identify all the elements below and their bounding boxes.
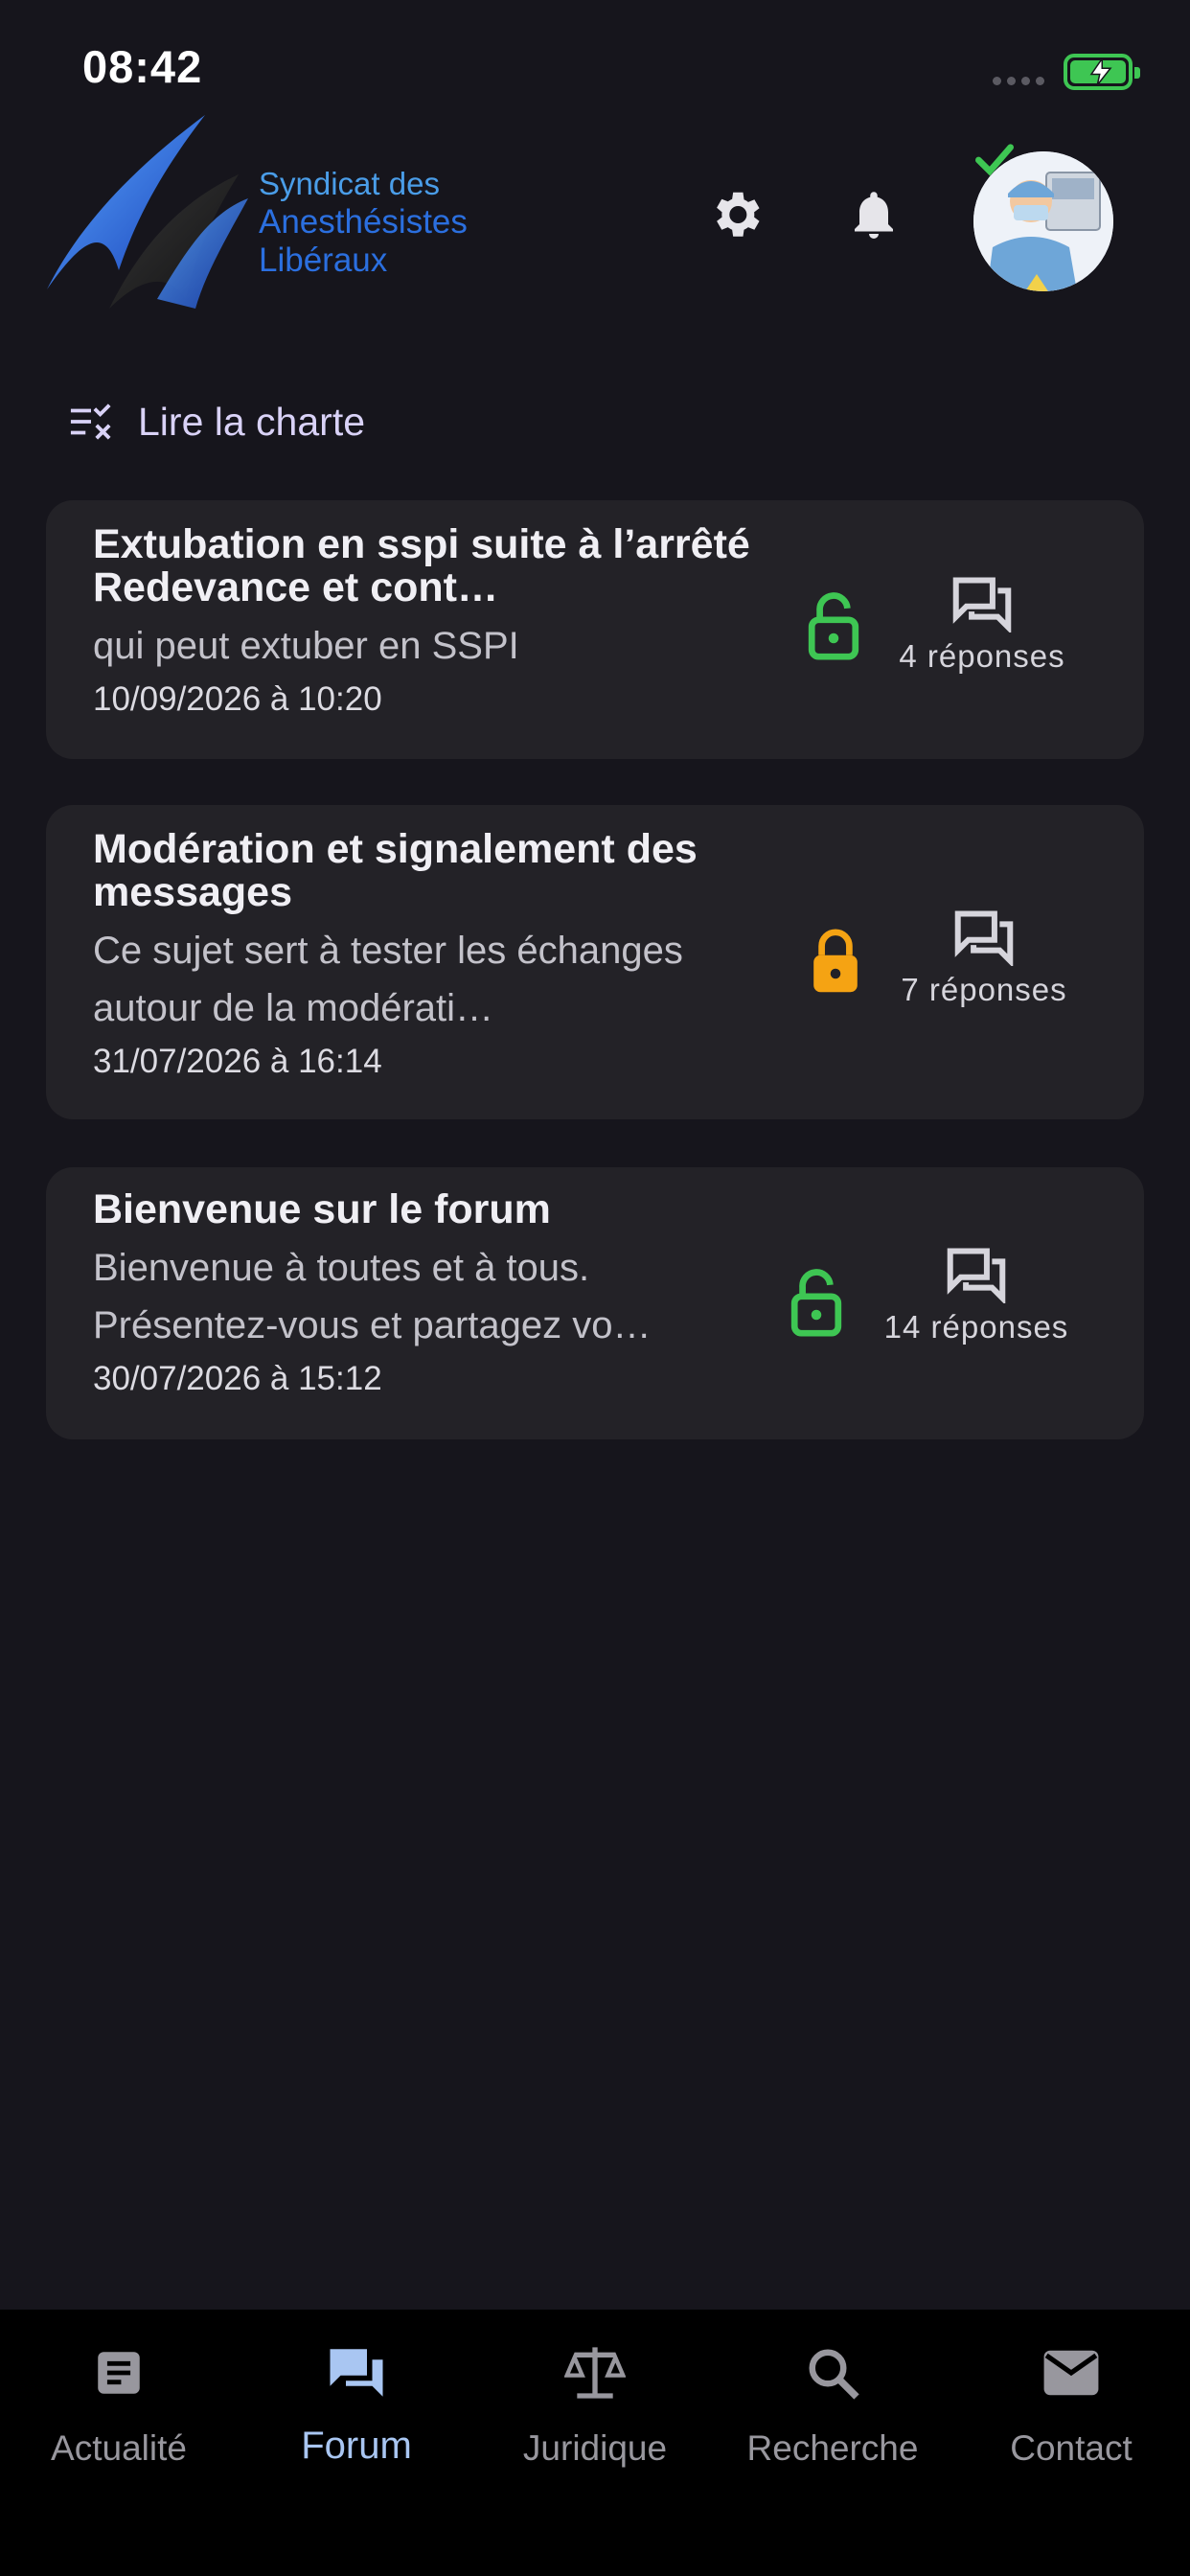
topic-excerpt: Bienvenue à toutes et à tous. Présentez-… — [93, 1247, 652, 1346]
topic-excerpt: qui peut extuber en SSPI — [93, 625, 519, 667]
chat-bubbles-icon — [947, 1248, 1006, 1303]
read-charter-label: Lire la charte — [138, 399, 366, 444]
topic-card[interactable]: Modération et signalement des messages C… — [46, 805, 1144, 1119]
battery-charging-icon — [1064, 54, 1140, 90]
logo-line-2: Anesthésistes — [259, 203, 468, 241]
topic-content: Bienvenue sur le forum Bienvenue à toute… — [93, 1188, 780, 1398]
topic-content: Extubation en sspi suite à l’arrêté Rede… — [93, 523, 780, 719]
replies-count: 4 réponses — [899, 638, 1065, 674]
checklist-icon — [70, 403, 111, 440]
tab-label: Juridique — [522, 2428, 668, 2468]
mail-icon — [1043, 2350, 1099, 2396]
topic-excerpt: Ce sujet sert à tester les échanges auto… — [93, 930, 683, 1029]
lock-open-icon — [808, 592, 859, 660]
topic-replies: 7 réponses — [874, 908, 1094, 1008]
topic-content: Modération et signalement des messages C… — [93, 828, 780, 1081]
tab-recherche[interactable]: Recherche — [714, 2310, 951, 2501]
tab-forum[interactable]: Forum — [238, 2310, 475, 2501]
notifications-button[interactable] — [837, 178, 910, 251]
tab-actualite[interactable]: Actualité — [0, 2310, 238, 2501]
tab-label: Forum — [301, 2425, 412, 2467]
tab-contact[interactable]: Contact — [952, 2310, 1190, 2501]
chat-bubbles-icon — [954, 910, 1014, 966]
balance-icon — [564, 2347, 626, 2399]
topic-date: 31/07/2026 à 16:14 — [93, 1043, 382, 1080]
logo-text: Syndicat des Anesthésistes Libéraux — [259, 165, 468, 280]
topic-card[interactable]: Extubation en sspi suite à l’arrêté Rede… — [46, 500, 1144, 759]
logo-line-1: Syndicat des — [259, 166, 440, 201]
topic-title: Extubation en sspi suite à l’arrêté Rede… — [93, 521, 750, 610]
forum-icon — [330, 2349, 383, 2397]
logo-line-3: Libéraux — [259, 242, 388, 279]
bottom-tab-bar: Actualité Forum Juridique Recherche Cont… — [0, 2310, 1190, 2576]
gear-icon — [717, 192, 760, 237]
logo-mark-icon — [47, 115, 248, 309]
chat-bubbles-icon — [952, 577, 1012, 632]
replies-count: 14 réponses — [883, 1309, 1069, 1345]
signal-icon — [993, 77, 1044, 85]
topic-date: 10/09/2026 à 10:20 — [93, 680, 382, 718]
topic-card[interactable]: Bienvenue sur le forum Bienvenue à toute… — [46, 1167, 1144, 1439]
tab-label: Recherche — [746, 2428, 919, 2468]
article-icon — [98, 2352, 140, 2394]
logo: Syndicat des Anesthésistes Libéraux — [42, 107, 502, 318]
lock-closed-icon — [813, 929, 858, 993]
lock-open-icon — [790, 1269, 842, 1337]
status-time: 08:42 — [82, 41, 203, 92]
topic-date: 30/07/2026 à 15:12 — [93, 1360, 382, 1397]
bell-icon — [855, 192, 893, 239]
tab-label: Contact — [1010, 2428, 1133, 2468]
settings-button[interactable] — [699, 178, 772, 251]
tab-label: Actualité — [51, 2428, 187, 2468]
tab-juridique[interactable]: Juridique — [476, 2310, 714, 2501]
search-icon — [809, 2349, 859, 2400]
topic-replies: 4 réponses — [872, 575, 1092, 675]
topic-title: Bienvenue sur le forum — [93, 1186, 551, 1232]
topic-title: Modération et signalement des messages — [93, 826, 698, 915]
topic-replies: 14 réponses — [866, 1246, 1087, 1346]
verified-check-icon — [975, 144, 1014, 176]
forum-screen: 08:42 Syndicat des Anesthésistes Libérau… — [0, 0, 1190, 2576]
replies-count: 7 réponses — [901, 972, 1067, 1007]
read-charter-link[interactable]: Lire la charte — [69, 393, 365, 450]
